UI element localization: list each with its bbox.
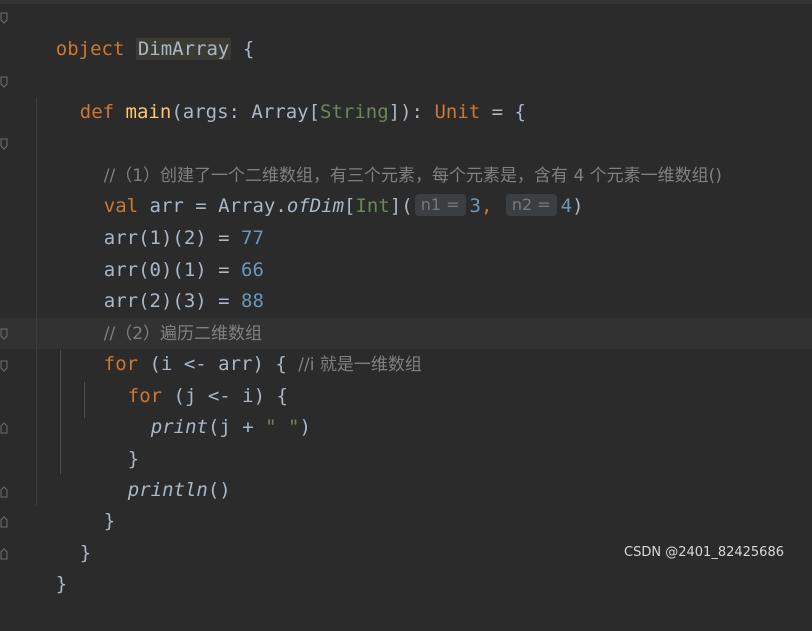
function-println: println <box>127 479 208 501</box>
code-line: val arr = Array.ofDim[Int](n1 = 3, n2 = 4) <box>58 160 584 217</box>
brace: } <box>103 510 116 532</box>
code-line: } <box>58 475 115 532</box>
comment: //i 就是一维数组 <box>298 355 422 375</box>
code-line: arr(0)(1) = 66 <box>58 224 264 281</box>
fold-marker-icon[interactable] <box>0 76 8 88</box>
code-text: ) <box>299 416 311 438</box>
code-text: ]( <box>389 195 413 217</box>
code-line: } <box>82 413 139 470</box>
code-line: for (j <- i) { <box>82 350 288 407</box>
brace: { <box>231 38 255 60</box>
fold-marker-icon[interactable] <box>0 516 8 528</box>
fold-marker-icon[interactable] <box>0 328 8 340</box>
code-line: } <box>10 538 67 595</box>
param-hint-n2: n2 = <box>505 194 557 216</box>
indent-guide <box>36 98 37 506</box>
code-line: println() <box>82 444 231 501</box>
brace: } <box>55 573 68 595</box>
brace: } <box>79 542 92 564</box>
code-text: (j + <box>207 416 266 438</box>
keyword-def: def <box>79 101 115 123</box>
code-editor[interactable]: object DimArray { def main(args: Array[S… <box>0 0 812 595</box>
number-literal: 4 <box>560 195 573 217</box>
fold-marker-icon[interactable] <box>0 360 8 372</box>
type-int: Int <box>355 195 390 217</box>
code-line: //（2）遍历二维数组 <box>58 287 262 344</box>
fold-marker-icon[interactable] <box>0 12 8 24</box>
method-ofdim: ofDim <box>286 195 345 217</box>
code-text: ) <box>572 195 584 217</box>
signature-part: ]): <box>388 101 435 123</box>
csdn-watermark: CSDN @2401_82425686 <box>624 545 784 560</box>
code-line: def main(args: Array[String]): Unit = { <box>34 66 526 123</box>
signature-part: (args: Array[ <box>171 101 321 123</box>
type-unit: Unit <box>434 101 481 123</box>
fold-marker-icon[interactable] <box>0 138 8 150</box>
signature-part: = { <box>480 101 526 123</box>
method-name[interactable]: main <box>126 101 172 123</box>
object-name[interactable]: DimArray <box>135 38 232 60</box>
comma: , <box>480 195 493 217</box>
code-text: () <box>207 479 231 501</box>
fold-marker-icon[interactable] <box>0 486 8 498</box>
type-string: String <box>320 101 389 123</box>
param-hint-n1: n1 = <box>414 194 466 216</box>
fold-marker-icon[interactable] <box>0 422 8 434</box>
code-line: arr(2)(3) = 88 <box>58 255 264 312</box>
code-line-current: for (i <- arr) { //i 就是一维数组 <box>58 318 422 375</box>
string-literal: " " <box>265 416 300 438</box>
keyword-object: object <box>55 38 125 60</box>
code-line: object DimArray { <box>10 3 254 60</box>
code-line: arr(1)(2) = 77 <box>58 192 264 249</box>
number-literal: 3 <box>469 195 481 217</box>
code-line: //（1）创建了一个二维数组，有三个元素，每个元素是，含有 4 个元素一维数组(… <box>58 129 722 186</box>
function-print: print <box>150 416 208 438</box>
code-line: print(j + " ") <box>105 381 311 438</box>
code-text: [ <box>344 195 356 217</box>
fold-marker-icon[interactable] <box>0 548 8 560</box>
code-line: } <box>34 507 91 564</box>
